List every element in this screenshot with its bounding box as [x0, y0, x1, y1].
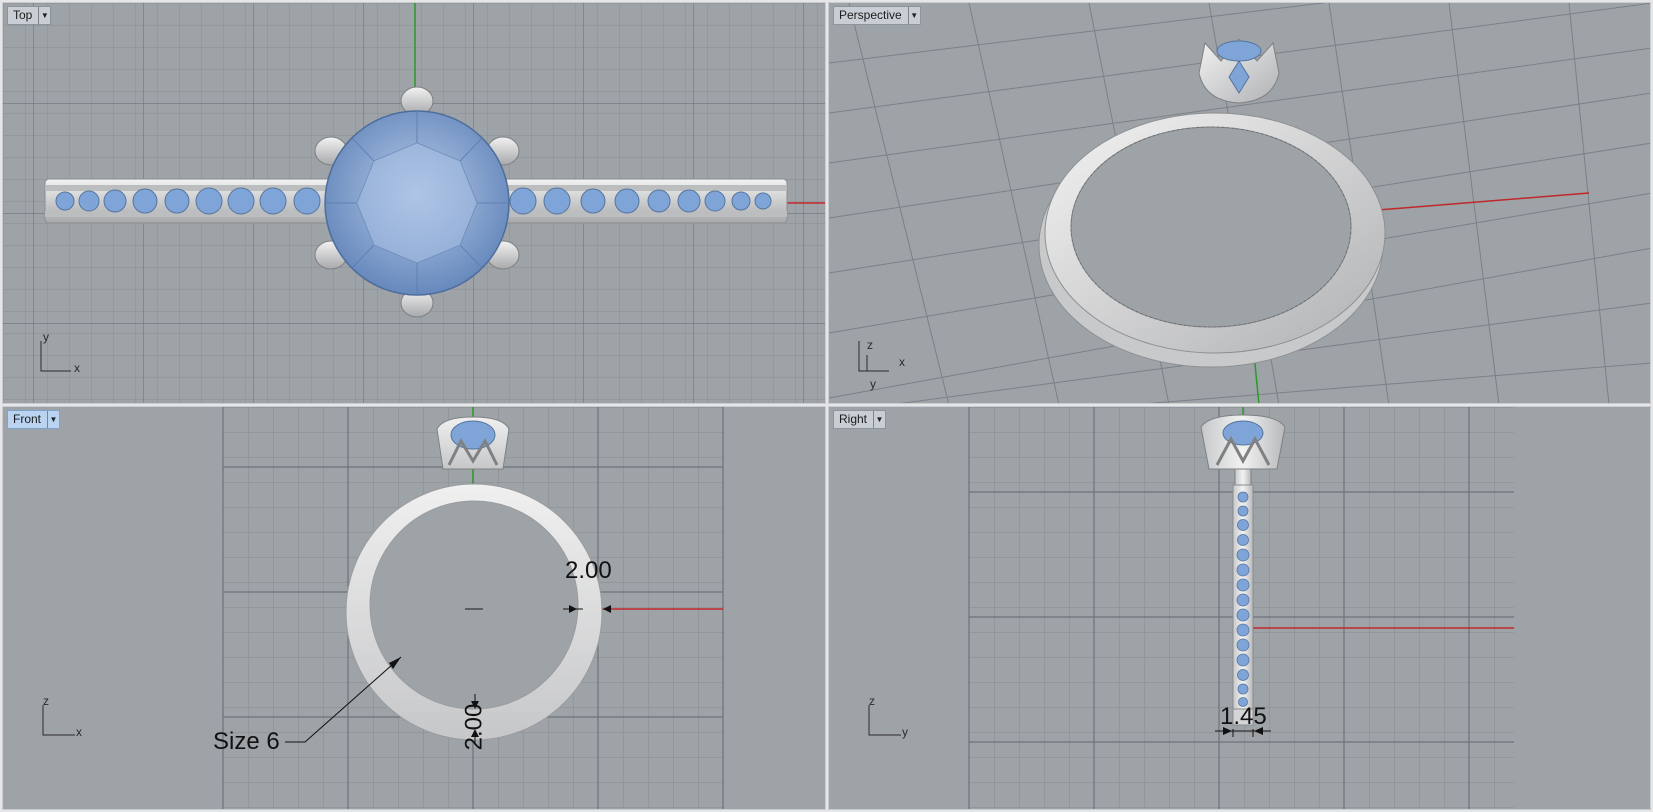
- ring-size-label[interactable]: Size 6: [213, 728, 280, 756]
- axis-label-vertical: z: [43, 694, 49, 708]
- axis-label-horizontal: x: [76, 725, 82, 739]
- viewport-title-perspective: Perspective: [839, 8, 902, 22]
- dimension-band-thickness[interactable]: 1.45: [1220, 703, 1267, 731]
- triangle-down-icon[interactable]: ▼: [38, 7, 50, 24]
- dimension-band-width[interactable]: 2.00: [565, 557, 612, 585]
- axis-label-horizontal: x: [74, 361, 80, 375]
- viewport-tab-right[interactable]: Right ▼: [833, 410, 887, 429]
- viewport-right[interactable]: Right ▼ 1.45 z y: [828, 406, 1651, 810]
- triangle-down-icon[interactable]: ▼: [907, 7, 920, 24]
- top-view-canvas: [3, 3, 825, 403]
- axis-label-vertical: y: [43, 330, 49, 344]
- axis-label-horizontal: x: [899, 355, 905, 369]
- viewport-title-front: Front: [13, 412, 42, 426]
- perspective-view-canvas: [829, 3, 1650, 403]
- triangle-down-icon[interactable]: ▼: [47, 411, 59, 428]
- front-view-canvas: [42, 407, 724, 809]
- axis-label-vertical: z: [869, 694, 875, 708]
- viewport-perspective[interactable]: Perspective ▼ z x y: [828, 2, 1651, 404]
- triangle-down-icon[interactable]: ▼: [873, 411, 885, 428]
- right-view-canvas: [868, 407, 1514, 809]
- viewport-top[interactable]: Top ▼ y x: [2, 2, 826, 404]
- viewport-title-right: Right: [839, 412, 868, 426]
- viewport-title-top: Top: [13, 8, 33, 22]
- axis-label-depth: y: [870, 377, 876, 391]
- axis-label-horizontal: y: [902, 725, 908, 739]
- viewport-front[interactable]: Front ▼ 2.00 2.00 Size 6 z x: [2, 406, 826, 810]
- viewport-tab-top[interactable]: Top ▼: [7, 6, 52, 25]
- dimension-band-bottom[interactable]: 2.00: [460, 704, 488, 751]
- viewport-tab-front[interactable]: Front ▼: [7, 410, 61, 429]
- axis-label-vertical: z: [867, 338, 873, 352]
- viewport-tab-perspective[interactable]: Perspective ▼: [833, 6, 921, 25]
